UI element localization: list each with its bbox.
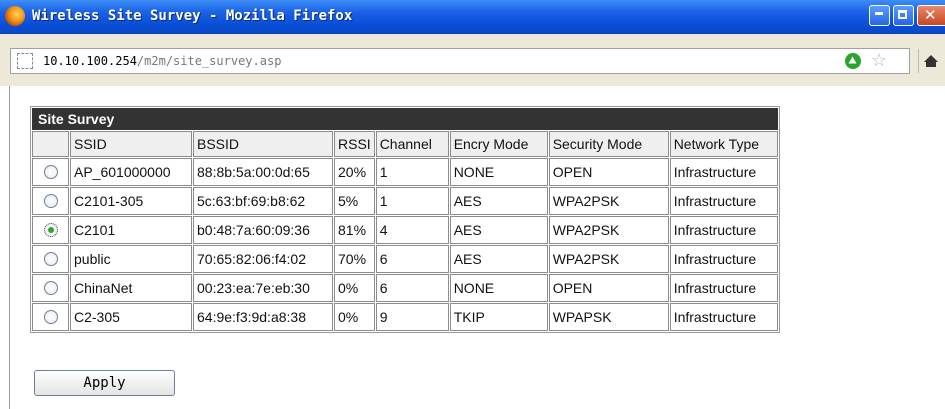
bssid-cell: 64:9e:f3:9d:a8:38 bbox=[193, 303, 333, 331]
security-mode-cell: WPA2PSK bbox=[548, 187, 669, 215]
table-body: AP_601000000 88:8b:5a:00:0d:65 20% 1 NONE OPE… bbox=[32, 158, 778, 331]
bssid-cell: 00:23:ea:7e:eb:30 bbox=[193, 274, 333, 302]
address-toolbar: 10.10.100.254/m2m/site_survey.asp ☆ bbox=[0, 34, 945, 86]
encry-mode-cell: AES bbox=[449, 187, 548, 215]
window-title: Wireless Site Survey - Mozilla Firefox bbox=[32, 8, 353, 24]
select-cell[interactable] bbox=[32, 274, 69, 302]
security-mode-cell: WPA2PSK bbox=[548, 216, 669, 244]
url-host: 10.10.100.254 bbox=[43, 54, 137, 68]
minimize-icon bbox=[875, 12, 883, 15]
network-radio[interactable] bbox=[43, 310, 58, 324]
network-radio[interactable] bbox=[43, 194, 58, 208]
network-radio[interactable] bbox=[43, 223, 58, 237]
channel-cell: 1 bbox=[375, 187, 449, 215]
ssid-cell: public bbox=[70, 245, 192, 273]
apply-button[interactable]: Apply bbox=[34, 370, 175, 396]
select-cell[interactable] bbox=[32, 245, 69, 273]
table-row[interactable]: C2-305 64:9e:f3:9d:a8:38 0% 9 TKIP WPAPSK Infr… bbox=[32, 303, 778, 331]
table-header-row: SSID BSSID RSSI Channel Encry Mode Secur… bbox=[32, 131, 778, 157]
bssid-cell: b0:48:7a:60:09:36 bbox=[193, 216, 333, 244]
rssi-cell: 70% bbox=[334, 245, 375, 273]
channel-cell: 9 bbox=[375, 303, 449, 331]
rssi-cell: 0% bbox=[334, 274, 375, 302]
network-type-cell: Infrastructure bbox=[669, 303, 778, 331]
table-caption: Site Survey bbox=[32, 108, 778, 130]
header-select bbox=[32, 131, 69, 157]
header-channel: Channel bbox=[375, 131, 449, 157]
rssi-cell: 20% bbox=[334, 158, 375, 186]
table-row[interactable]: ChinaNet 00:23:ea:7e:eb:30 0% 6 NONE OPEN Infr… bbox=[32, 274, 778, 302]
page-icon bbox=[17, 53, 33, 69]
bssid-cell: 70:65:82:06:f4:02 bbox=[193, 245, 333, 273]
maximize-icon bbox=[898, 10, 907, 19]
select-cell[interactable] bbox=[32, 303, 69, 331]
rssi-cell: 5% bbox=[334, 187, 375, 215]
encry-mode-cell: NONE bbox=[449, 158, 548, 186]
window-titlebar: Wireless Site Survey - Mozilla Firefox ✕ bbox=[0, 0, 945, 34]
bssid-cell: 5c:63:bf:69:b8:62 bbox=[193, 187, 333, 215]
table-row[interactable]: public 70:65:82:06:f4:02 70% 6 AES WPA2PSK Inf… bbox=[32, 245, 778, 273]
channel-cell: 4 bbox=[375, 216, 449, 244]
maximize-button[interactable] bbox=[893, 5, 914, 26]
page-border bbox=[9, 86, 10, 409]
url-path: /m2m/site_survey.asp bbox=[136, 54, 282, 68]
bookmark-star-icon[interactable]: ☆ bbox=[871, 50, 887, 70]
encry-mode-cell: TKIP bbox=[449, 303, 548, 331]
network-type-cell: Infrastructure bbox=[669, 187, 778, 215]
header-encry-mode: Encry Mode bbox=[449, 131, 548, 157]
encry-mode-cell: AES bbox=[449, 216, 548, 244]
url-field[interactable]: 10.10.100.254/m2m/site_survey.asp ☆ bbox=[10, 48, 910, 74]
channel-cell: 6 bbox=[375, 274, 449, 302]
security-mode-cell: WPAPSK bbox=[548, 303, 669, 331]
firefox-icon bbox=[5, 6, 25, 26]
ssid-cell: ChinaNet bbox=[70, 274, 192, 302]
close-icon: ✕ bbox=[924, 6, 937, 24]
encry-mode-cell: AES bbox=[449, 245, 548, 273]
header-rssi: RSSI bbox=[334, 131, 375, 157]
network-type-cell: Infrastructure bbox=[669, 245, 778, 273]
encry-mode-cell: NONE bbox=[449, 274, 548, 302]
header-ssid: SSID bbox=[70, 131, 192, 157]
table-row[interactable]: C2101 b0:48:7a:60:09:36 81% 4 AES WPA2PSK Infr… bbox=[32, 216, 778, 244]
table-row[interactable]: C2101-305 5c:63:bf:69:b8:62 5% 1 AES WPA2PSK I… bbox=[32, 187, 778, 215]
ssid-cell: C2101 bbox=[70, 216, 192, 244]
security-mode-cell: OPEN bbox=[548, 274, 669, 302]
channel-cell: 1 bbox=[375, 158, 449, 186]
url-text[interactable]: 10.10.100.254/m2m/site_survey.asp bbox=[43, 54, 281, 68]
header-security-mode: Security Mode bbox=[548, 131, 669, 157]
network-radio[interactable] bbox=[43, 165, 58, 179]
ssid-cell: C2101-305 bbox=[70, 187, 192, 215]
rssi-cell: 0% bbox=[334, 303, 375, 331]
network-type-cell: Infrastructure bbox=[669, 274, 778, 302]
security-mode-cell: OPEN bbox=[548, 158, 669, 186]
minimize-button[interactable] bbox=[869, 5, 890, 26]
header-bssid: BSSID bbox=[193, 131, 333, 157]
site-survey-table: Site Survey SSID BSSID RSSI Channel Encr… bbox=[30, 106, 780, 333]
go-icon[interactable] bbox=[845, 53, 861, 69]
network-type-cell: Infrastructure bbox=[669, 158, 778, 186]
network-type-cell: Infrastructure bbox=[669, 216, 778, 244]
select-cell[interactable] bbox=[32, 158, 69, 186]
page-content: Site Survey SSID BSSID RSSI Channel Encr… bbox=[0, 86, 945, 409]
select-cell[interactable] bbox=[32, 216, 69, 244]
channel-cell: 6 bbox=[375, 245, 449, 273]
select-cell[interactable] bbox=[32, 187, 69, 215]
home-icon[interactable] bbox=[918, 49, 943, 73]
rssi-cell: 81% bbox=[334, 216, 375, 244]
ssid-cell: AP_601000000 bbox=[70, 158, 192, 186]
network-radio[interactable] bbox=[43, 281, 58, 295]
close-button[interactable]: ✕ bbox=[917, 5, 945, 26]
header-network-type: Network Type bbox=[669, 131, 778, 157]
table-row[interactable]: AP_601000000 88:8b:5a:00:0d:65 20% 1 NONE OPE… bbox=[32, 158, 778, 186]
network-radio[interactable] bbox=[43, 252, 58, 266]
security-mode-cell: WPA2PSK bbox=[548, 245, 669, 273]
bssid-cell: 88:8b:5a:00:0d:65 bbox=[193, 158, 333, 186]
ssid-cell: C2-305 bbox=[70, 303, 192, 331]
